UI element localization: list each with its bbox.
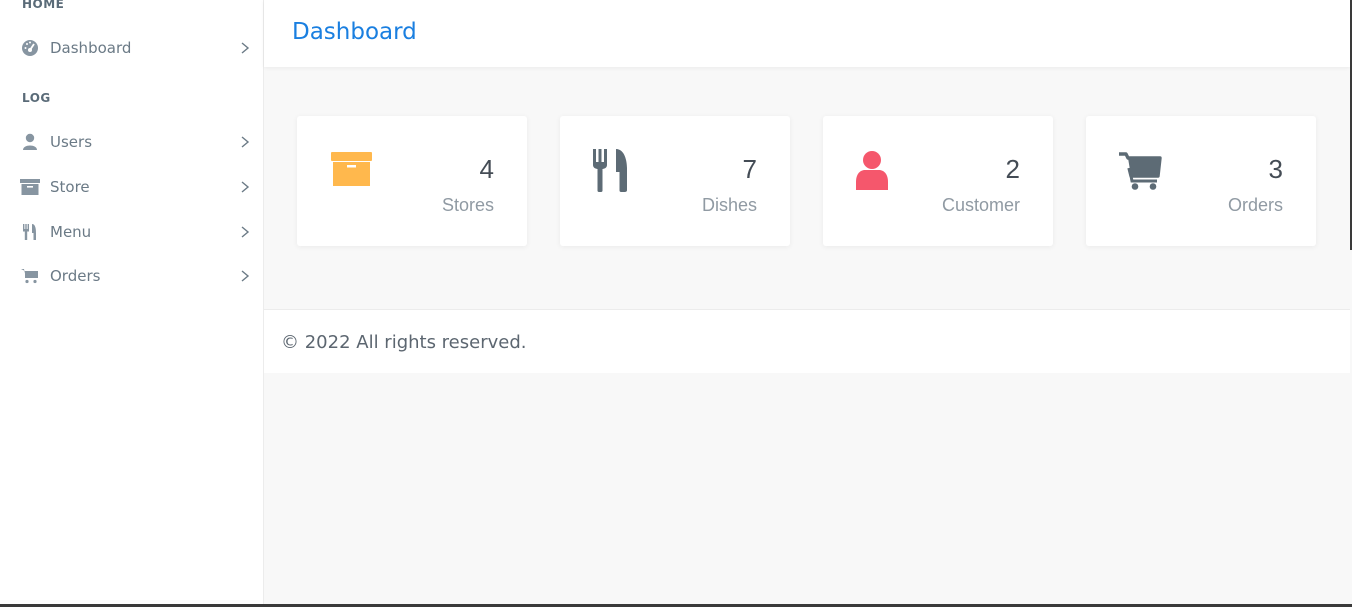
- stat-value: 2: [1005, 154, 1020, 184]
- sidebar-item-label: Orders: [50, 267, 101, 285]
- stat-card-customer[interactable]: 2 Customer: [823, 116, 1053, 246]
- chevron-right-icon: [240, 41, 252, 55]
- section-label-log: LOG: [22, 91, 51, 105]
- cart-icon: [1118, 148, 1166, 196]
- page-title: Dashboard: [292, 19, 417, 45]
- sidebar-item-label: Dashboard: [50, 39, 132, 57]
- sidebar-item-orders[interactable]: Orders: [0, 256, 264, 296]
- stat-card-orders[interactable]: 3 Orders: [1086, 116, 1316, 246]
- dashboard-gauge-icon: [20, 38, 40, 58]
- user-icon: [20, 132, 40, 152]
- stat-value: 7: [742, 154, 757, 184]
- sidebar: HOME Dashboard LOG Users Store Menu Orde…: [0, 0, 264, 607]
- stat-label: Stores: [441, 195, 494, 215]
- sidebar-item-dashboard[interactable]: Dashboard: [0, 28, 264, 68]
- top-bar: Dashboard: [264, 0, 1350, 67]
- user-icon: [855, 148, 903, 196]
- sidebar-item-label: Store: [50, 178, 90, 196]
- chevron-right-icon: [240, 180, 252, 194]
- sidebar-item-store[interactable]: Store: [0, 167, 264, 207]
- footer: © 2022 All rights reserved.: [264, 309, 1350, 373]
- stat-label: Dishes: [701, 195, 757, 215]
- stat-value: 4: [479, 154, 494, 184]
- archive-box-icon: [329, 148, 377, 196]
- sidebar-item-label: Menu: [50, 223, 92, 241]
- stat-label: Customer: [941, 195, 1020, 215]
- section-label-home: HOME: [22, 0, 65, 11]
- chevron-right-icon: [240, 269, 252, 283]
- fork-knife-icon: [592, 148, 640, 196]
- cart-icon: [20, 266, 40, 286]
- stat-label: Orders: [1227, 195, 1283, 215]
- sidebar-item-menu[interactable]: Menu: [0, 212, 264, 252]
- fork-knife-icon: [20, 222, 40, 242]
- copyright-text: © 2022 All rights reserved.: [281, 332, 527, 353]
- chevron-right-icon: [240, 225, 252, 239]
- stat-card-dishes[interactable]: 7 Dishes: [560, 116, 790, 246]
- sidebar-item-label: Users: [50, 133, 93, 151]
- sidebar-item-users[interactable]: Users: [0, 122, 264, 162]
- stat-value: 3: [1268, 154, 1283, 184]
- chevron-right-icon: [240, 135, 252, 149]
- stat-card-stores[interactable]: 4 Stores: [297, 116, 527, 246]
- archive-box-icon: [20, 177, 40, 197]
